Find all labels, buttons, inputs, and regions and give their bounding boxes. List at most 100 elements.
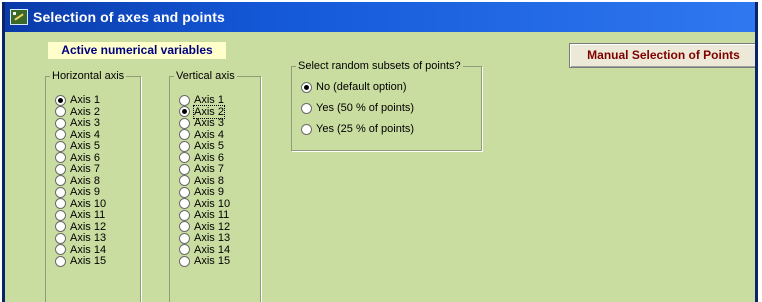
horizontal-axis-option[interactable]: Axis 15 bbox=[55, 255, 106, 267]
vertical-axis-option[interactable]: Axis 12 bbox=[179, 221, 230, 233]
radio-button[interactable] bbox=[55, 198, 66, 209]
radio-button[interactable] bbox=[179, 94, 190, 106]
horizontal-axis-option-label: Axis 15 bbox=[70, 255, 107, 267]
radio-button[interactable] bbox=[301, 81, 312, 93]
horizontal-axis-option[interactable]: Axis 9 bbox=[55, 186, 100, 198]
horizontal-axis-option-label: Axis 8 bbox=[70, 174, 100, 187]
radio-button[interactable] bbox=[55, 175, 66, 186]
random-subset-option-label: Yes (50 % of points) bbox=[316, 102, 415, 114]
manual-selection-button[interactable]: Manual Selection of Points bbox=[569, 43, 755, 68]
horizontal-axis-option-label: Axis 14 bbox=[70, 243, 107, 256]
radio-button[interactable] bbox=[179, 152, 190, 163]
radio-button[interactable] bbox=[55, 232, 66, 244]
radio-button[interactable] bbox=[301, 102, 312, 114]
radio-button[interactable] bbox=[179, 255, 190, 267]
horizontal-axis-option[interactable]: Axis 7 bbox=[55, 163, 100, 175]
radio-button[interactable] bbox=[55, 129, 66, 140]
radio-button[interactable] bbox=[55, 209, 66, 221]
radio-button[interactable] bbox=[179, 163, 190, 175]
vertical-axis-option-label: Axis 1 bbox=[194, 94, 224, 106]
random-subset-option[interactable]: No (default option) bbox=[301, 81, 407, 93]
radio-button[interactable] bbox=[55, 152, 66, 163]
horizontal-axis-option[interactable]: Axis 6 bbox=[55, 152, 100, 164]
vertical-axis-option-label: Axis 10 bbox=[194, 197, 231, 210]
horizontal-axis-option[interactable]: Axis 10 bbox=[55, 198, 106, 210]
horizontal-axis-option-label: Axis 1 bbox=[70, 94, 100, 106]
vertical-axis-option[interactable]: Axis 10 bbox=[179, 198, 230, 210]
radio-button[interactable] bbox=[179, 221, 190, 232]
radio-button[interactable] bbox=[179, 140, 190, 152]
vertical-axis-option[interactable]: Axis 2 bbox=[179, 104, 225, 119]
radio-button[interactable] bbox=[179, 117, 190, 129]
horizontal-axis-option-label: Axis 5 bbox=[70, 140, 100, 152]
horizontal-axis-option-label: Axis 2 bbox=[70, 105, 100, 118]
radio-button[interactable] bbox=[55, 163, 66, 175]
horizontal-axis-option[interactable]: Axis 5 bbox=[55, 140, 100, 152]
dialog-window: Selection of axes and points Active nume… bbox=[2, 2, 758, 302]
vertical-axis-option-label: Axis 12 bbox=[194, 220, 231, 233]
horizontal-axis-option[interactable]: Axis 12 bbox=[55, 221, 106, 233]
random-subset-option[interactable]: Yes (25 % of points) bbox=[301, 123, 414, 135]
horizontal-axis-group: Horizontal axis Axis 1 Axis 2 Axis 3 Axis 4… bbox=[45, 69, 141, 302]
horizontal-axis-option-label: Axis 9 bbox=[70, 186, 100, 198]
vertical-axis-option-label: Axis 8 bbox=[194, 174, 224, 187]
vertical-axis-option-label: Axis 7 bbox=[194, 163, 224, 175]
random-subset-option-label: Yes (25 % of points) bbox=[316, 123, 415, 135]
random-subset-option[interactable]: Yes (50 % of points) bbox=[301, 102, 414, 114]
vertical-axis-option[interactable]: Axis 6 bbox=[179, 152, 224, 164]
horizontal-axis-option[interactable]: Axis 8 bbox=[55, 175, 100, 187]
horizontal-axis-option[interactable]: Axis 13 bbox=[55, 232, 106, 244]
horizontal-axis-option[interactable]: Axis 4 bbox=[55, 129, 100, 141]
horizontal-axis-option[interactable]: Axis 14 bbox=[55, 244, 106, 256]
radio-button[interactable] bbox=[55, 255, 66, 267]
vertical-axis-option-label: Axis 4 bbox=[194, 128, 224, 141]
radio-button[interactable] bbox=[179, 186, 190, 198]
vertical-axis-option[interactable]: Axis 13 bbox=[179, 232, 230, 244]
radio-button[interactable] bbox=[179, 129, 190, 140]
title-bar[interactable]: Selection of axes and points bbox=[5, 2, 755, 32]
vertical-axis-group: Vertical axis Axis 1 Axis 2 Axis 3 Axis 4 Ax… bbox=[169, 69, 261, 302]
vertical-axis-option[interactable]: Axis 15 bbox=[179, 255, 230, 267]
window-title: Selection of axes and points bbox=[33, 9, 225, 25]
vertical-axis-option[interactable]: Axis 9 bbox=[179, 186, 224, 198]
radio-button[interactable] bbox=[179, 209, 190, 221]
horizontal-axis-option-label: Axis 3 bbox=[70, 117, 100, 129]
horizontal-axis-option-label: Axis 7 bbox=[70, 163, 100, 175]
vertical-axis-option[interactable]: Axis 11 bbox=[179, 209, 229, 221]
vertical-axis-option[interactable]: Axis 3 bbox=[179, 117, 224, 129]
vertical-axis-option-label: Axis 5 bbox=[194, 140, 224, 152]
random-subset-option-label: No (default option) bbox=[316, 81, 407, 93]
vertical-axis-option-label: Axis 11 bbox=[194, 209, 230, 221]
radio-button[interactable] bbox=[55, 221, 66, 232]
horizontal-axis-option[interactable]: Axis 11 bbox=[55, 209, 105, 221]
vertical-axis-option[interactable]: Axis 4 bbox=[179, 129, 224, 141]
radio-button[interactable] bbox=[55, 106, 66, 117]
radio-button[interactable] bbox=[55, 140, 66, 152]
radio-button[interactable] bbox=[179, 244, 190, 255]
vertical-axis-option[interactable]: Axis 1 bbox=[179, 94, 224, 106]
radio-button[interactable] bbox=[55, 117, 66, 129]
vertical-axis-option-label: Axis 15 bbox=[194, 255, 231, 267]
radio-button[interactable] bbox=[179, 232, 190, 244]
horizontal-axis-option-label: Axis 10 bbox=[70, 197, 107, 210]
horizontal-axis-option[interactable]: Axis 1 bbox=[55, 94, 100, 106]
vertical-axis-option[interactable]: Axis 8 bbox=[179, 175, 224, 187]
horizontal-axis-option[interactable]: Axis 3 bbox=[55, 117, 100, 129]
random-subsets-group: Select random subsets of points? No (def… bbox=[291, 59, 482, 151]
radio-button[interactable] bbox=[179, 106, 190, 117]
radio-button[interactable] bbox=[179, 198, 190, 209]
vertical-axis-option[interactable]: Axis 5 bbox=[179, 140, 224, 152]
horizontal-axis-option-label: Axis 6 bbox=[70, 151, 100, 164]
vertical-axis-option[interactable]: Axis 14 bbox=[179, 244, 230, 256]
horizontal-axis-option[interactable]: Axis 2 bbox=[55, 106, 100, 118]
radio-button[interactable] bbox=[55, 94, 66, 106]
radio-button[interactable] bbox=[179, 175, 190, 186]
vertical-axis-option[interactable]: Axis 7 bbox=[179, 163, 224, 175]
radio-button[interactable] bbox=[55, 244, 66, 255]
vertical-axis-option-label: Axis 3 bbox=[194, 117, 224, 129]
horizontal-axis-option-label: Axis 4 bbox=[70, 128, 100, 141]
horizontal-axis-option-label: Axis 13 bbox=[70, 232, 107, 244]
radio-button[interactable] bbox=[55, 186, 66, 198]
vertical-axis-option-label: Axis 14 bbox=[194, 243, 231, 256]
radio-button[interactable] bbox=[301, 123, 312, 135]
